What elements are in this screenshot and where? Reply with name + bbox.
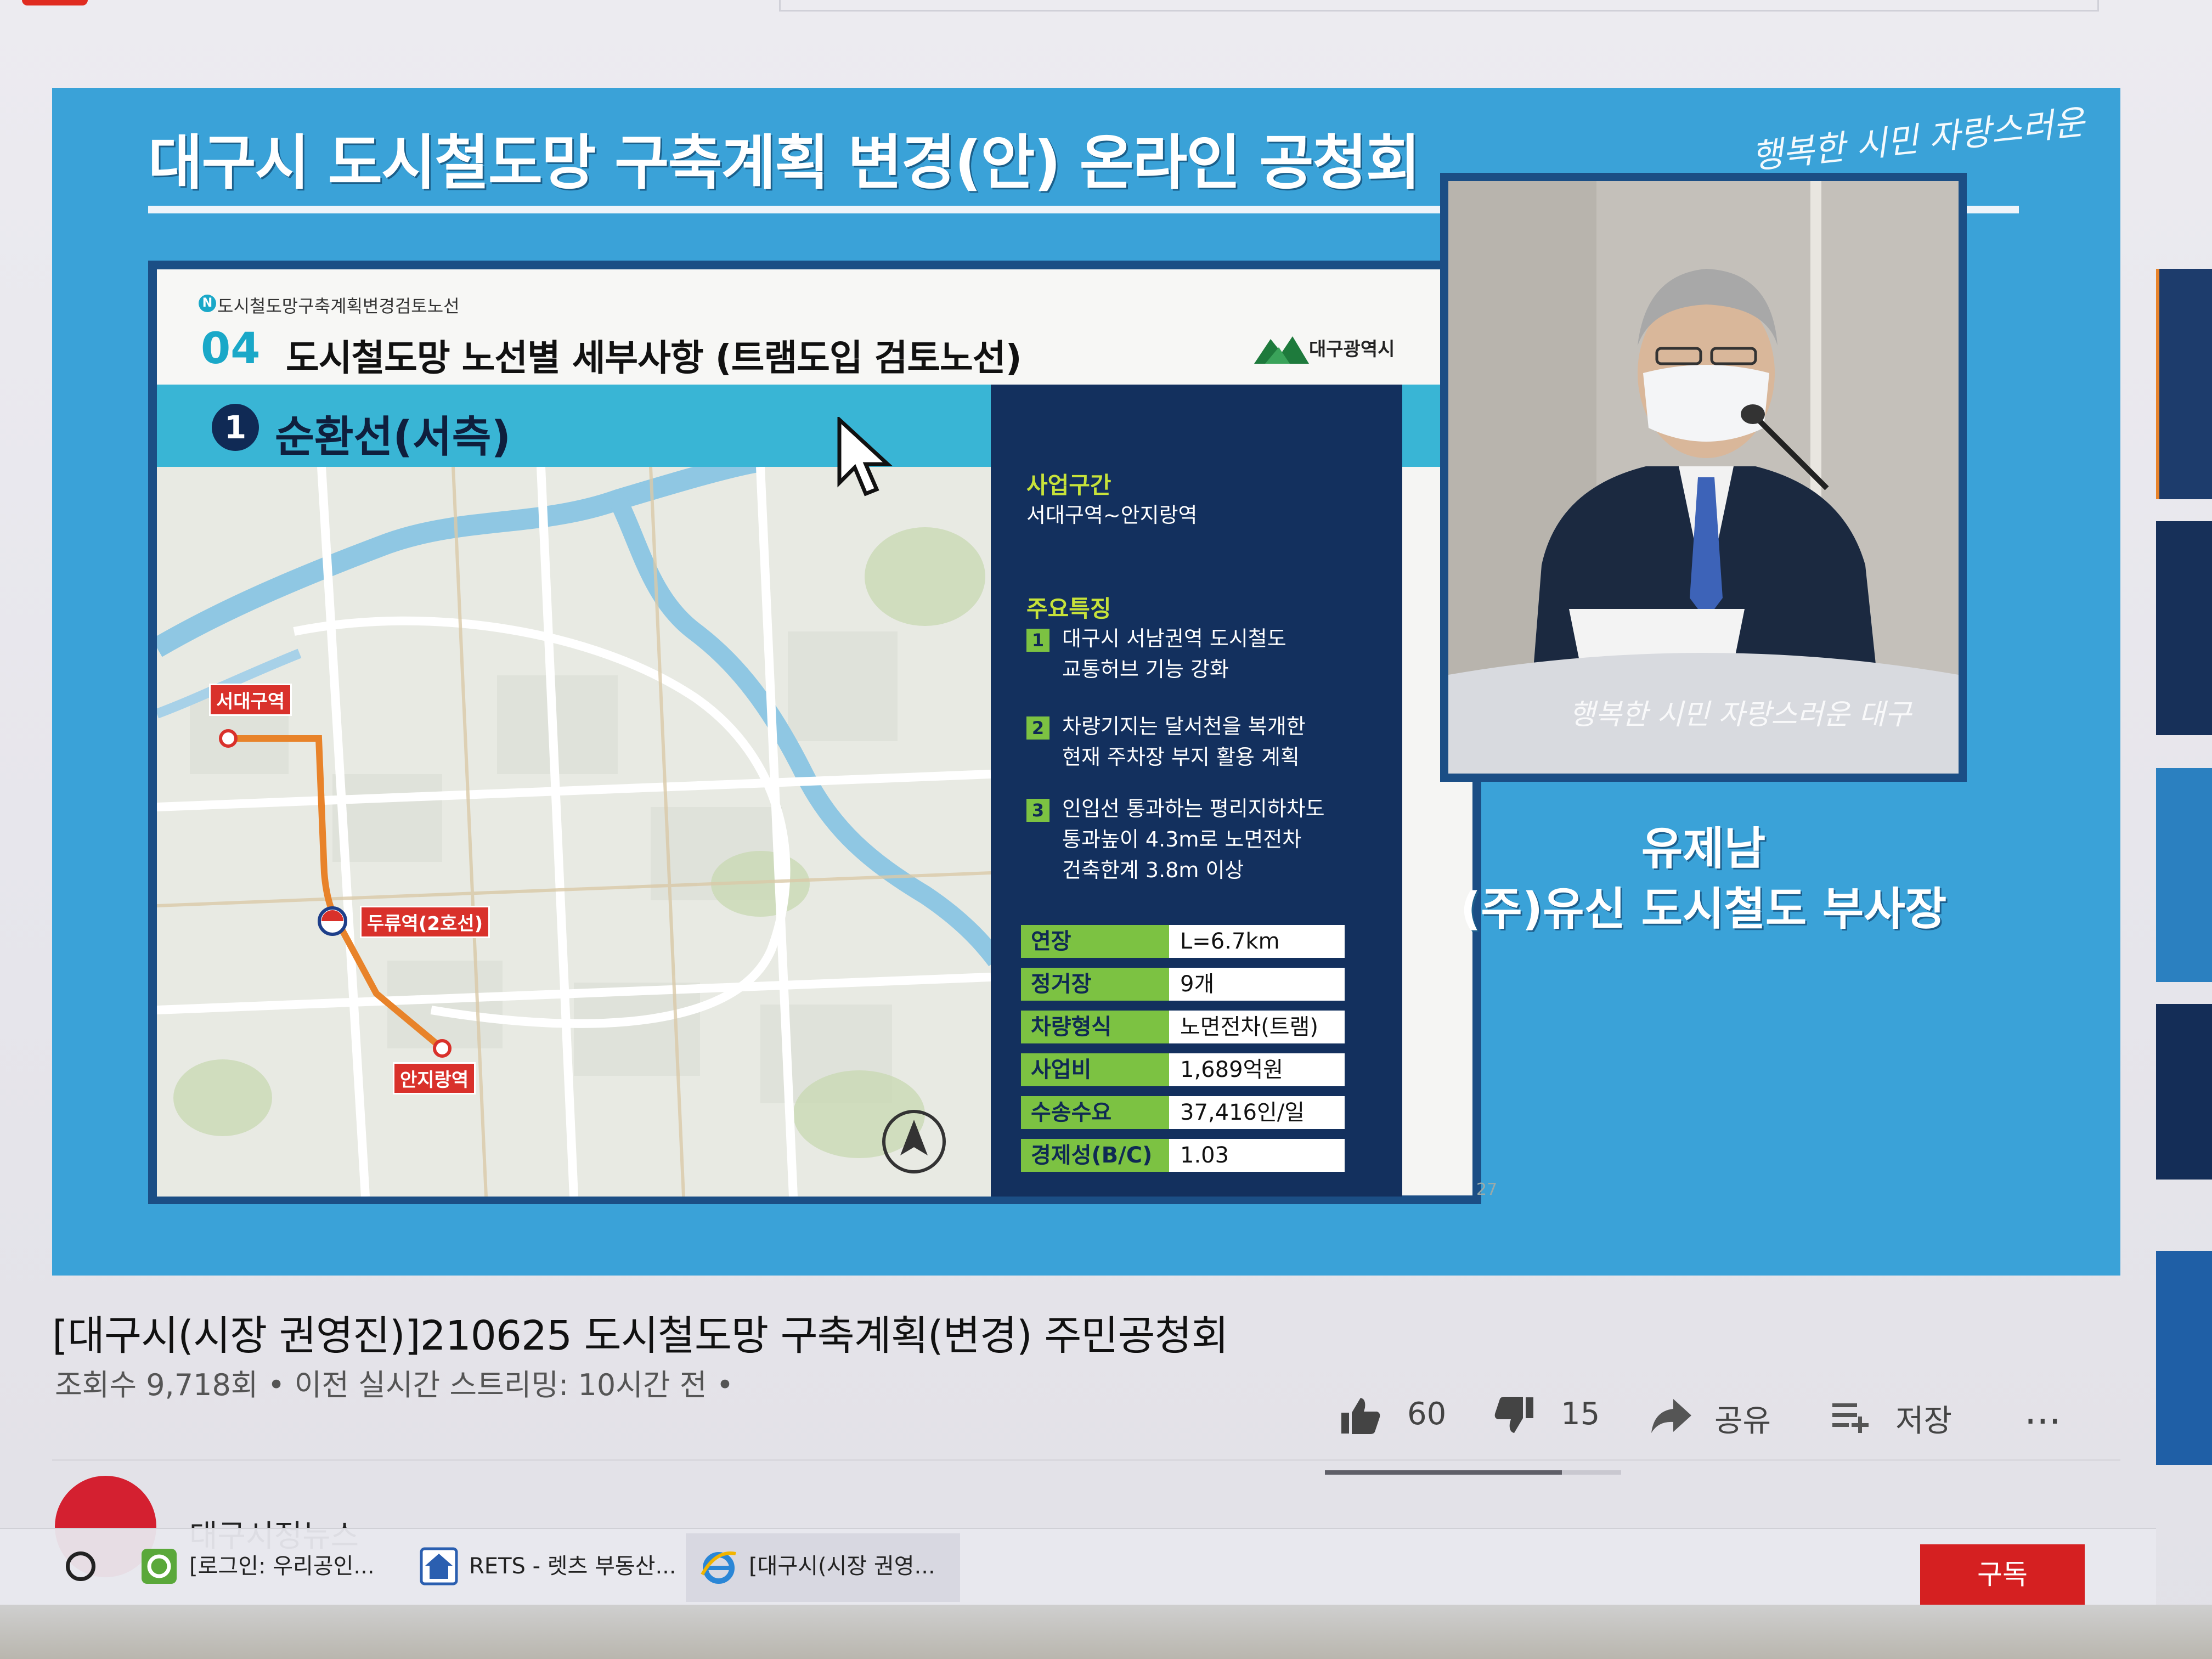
share-icon[interactable] [1649,1393,1692,1437]
table-value-vehicle: 노면전차(트램) [1169,1011,1345,1043]
feature-2-line1: 차량기지는 달서천을 복개한 [1062,714,1306,738]
presentation-slide: N 도시철도망구축계획변경검토노선 04 도시철도망 노선별 세부사항 (트램도… [148,261,1497,1204]
table-key-bc: 경제성(B/C) [1021,1139,1169,1172]
feature-3-line1: 인입선 통과하는 평리지하차도 [1062,797,1325,821]
like-ratio-fill [1325,1470,1562,1475]
table-key-cost: 사업비 [1021,1053,1169,1086]
monitor-bezel [0,1605,2212,1659]
video-player[interactable]: 대구시 도시철도망 구축계획 변경(안) 온라인 공청회 행복한 시민 자랑스러… [52,88,2120,1276]
mouse-cursor-icon [837,417,893,496]
station-label-seodaegu: 서대구역 [209,684,292,716]
recommendation-thumb-5[interactable] [2156,1251,2212,1465]
search-bar[interactable] [779,0,2099,12]
recommendation-thumb-4[interactable] [2156,1004,2212,1180]
feature-3-line3: 건축한계 3.8m 이상 [1062,858,1244,882]
dislike-count[interactable]: 15 [1561,1396,1600,1432]
route-map: 서대구역 두류역(2호선) 안지랑역 [157,467,991,1197]
speaker-name: 유제남 [1641,823,1766,875]
taskbar-item-rets[interactable]: RETS - 렛츠 부동산... [469,1536,676,1596]
subscribe-button[interactable]: 구독 [1920,1544,2085,1610]
table-value-stations: 9개 [1169,968,1345,1001]
feature-1-line1: 대구시 서남권역 도시철도 [1062,627,1286,651]
section-value: 서대구역~안지랑역 [1026,503,1198,527]
save-button[interactable]: 저장 [1895,1396,1952,1441]
table-key-demand: 수송수요 [1021,1096,1169,1129]
house-icon[interactable] [420,1547,458,1585]
table-key-vehicle: 차량형식 [1021,1011,1169,1043]
slide-breadcrumb: 도시철도망구축계획변경검토노선 [217,296,460,317]
station-label-duryu: 두류역(2호선) [360,906,490,938]
map-graphic [157,467,991,1197]
speaker-role: (주)유신 도시철도 부사장 [1460,883,1947,935]
table-key-length: 연장 [1021,925,1169,958]
feature-1-number: 1 [1026,629,1049,652]
save-playlist-icon[interactable] [1830,1393,1874,1437]
section-dot-icon: N [199,295,216,312]
feature-3-line2: 통과높이 4.3m로 노면전차 [1062,827,1302,851]
dislike-icon[interactable] [1492,1393,1536,1437]
route-title: 순환선(서측) [275,413,511,462]
route-info-panel: 사업구간 서대구역~안지랑역 주요특징 1 대구시 서남권역 도시철도 교통허브… [991,385,1402,1197]
table-value-bc: 1.03 [1169,1139,1345,1172]
search-circle-icon[interactable] [66,1551,95,1581]
route-number-badge: 1 [212,404,259,451]
feature-2-line2: 현재 주차장 부지 활용 계획 [1062,745,1300,769]
separator [52,1459,2120,1461]
slide-page-number: 27 [1476,1180,1498,1199]
ie-icon[interactable] [699,1547,738,1585]
table-value-length: L=6.7km [1169,925,1345,958]
feature-2-number: 2 [1026,716,1049,740]
like-icon[interactable] [1339,1393,1383,1437]
station-label-anjirang: 안지랑역 [393,1062,476,1094]
podium-slogan-logo: 행복한 시민 자랑스러운 대구 [1569,698,1913,731]
recommendation-thumb-2[interactable] [2156,521,2212,735]
table-value-cost: 1,689억원 [1169,1053,1345,1086]
table-key-stations: 정거장 [1021,968,1169,1001]
video-overlay-title: 대구시 도시철도망 구축계획 변경(안) 온라인 공청회 [148,129,1420,198]
feature-1-line2: 교통허브 기능 강화 [1062,657,1229,681]
share-button[interactable]: 공유 [1714,1396,1771,1441]
features-label: 주요특징 [1026,595,1111,622]
slide-heading: 도시철도망 노선별 세부사항 (트램도입 검토노선) [286,337,1022,379]
city-logo-text: 대구광역시 [1309,338,1395,360]
section-label: 사업구간 [1026,472,1111,499]
like-count[interactable]: 60 [1407,1396,1446,1432]
more-actions-button[interactable]: ... [2024,1388,2061,1433]
speaker-video-feed: 행복한 시민 자랑스러운 대구 [1448,181,1959,774]
recommendation-thumb-3[interactable] [2156,768,2212,982]
video-title: [대구시(시장 권영진)]210625 도시철도망 구축계획(변경) 주민공청회 [52,1312,1229,1359]
browser-green-icon[interactable] [140,1547,178,1585]
youtube-logo-icon[interactable] [22,0,88,5]
taskbar-item-video[interactable]: [대구시(시장 권영... [749,1536,935,1596]
slide-number: 04 [201,324,261,374]
video-meta: 조회수 9,718회 • 이전 실시간 스트리밍: 10시간 전 • [55,1368,734,1402]
table-value-demand: 37,416인/일 [1169,1096,1345,1129]
recommendation-thumb-1[interactable] [2156,269,2212,499]
feature-3-number: 3 [1026,799,1049,822]
taskbar-item-login[interactable]: [로그인: 우리공인... [189,1536,375,1596]
